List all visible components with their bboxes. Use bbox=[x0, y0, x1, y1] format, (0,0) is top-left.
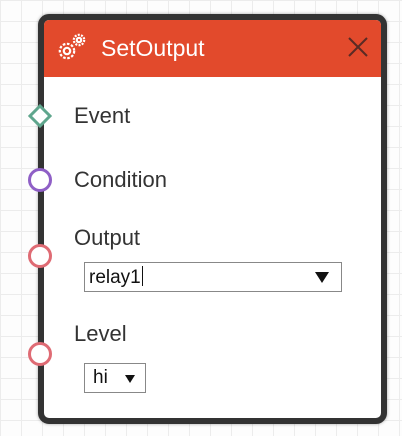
level-select[interactable]: hi bbox=[84, 363, 146, 393]
condition-label: Condition bbox=[74, 167, 167, 192]
output-port-circle[interactable] bbox=[28, 244, 52, 268]
condition-port-circle[interactable] bbox=[28, 168, 52, 192]
output-select-text: relay1 bbox=[89, 267, 141, 288]
output-select[interactable]: relay1 bbox=[84, 262, 342, 292]
gears-icon bbox=[58, 33, 86, 60]
event-port-diamond[interactable] bbox=[28, 104, 52, 128]
level-label: Level bbox=[74, 321, 127, 346]
level-port-circle[interactable] bbox=[28, 342, 52, 366]
output-select-value: relay1 bbox=[89, 266, 143, 289]
node-header[interactable]: SetOutput bbox=[44, 20, 381, 77]
node-title: SetOutput bbox=[101, 35, 205, 61]
close-icon[interactable] bbox=[344, 33, 372, 61]
dropdown-arrow-icon[interactable] bbox=[125, 375, 135, 383]
output-label: Output bbox=[74, 225, 141, 250]
event-label: Event bbox=[74, 103, 131, 128]
level-select-value: hi bbox=[93, 367, 108, 388]
text-caret bbox=[141, 266, 143, 286]
dropdown-arrow-icon[interactable] bbox=[315, 272, 329, 283]
